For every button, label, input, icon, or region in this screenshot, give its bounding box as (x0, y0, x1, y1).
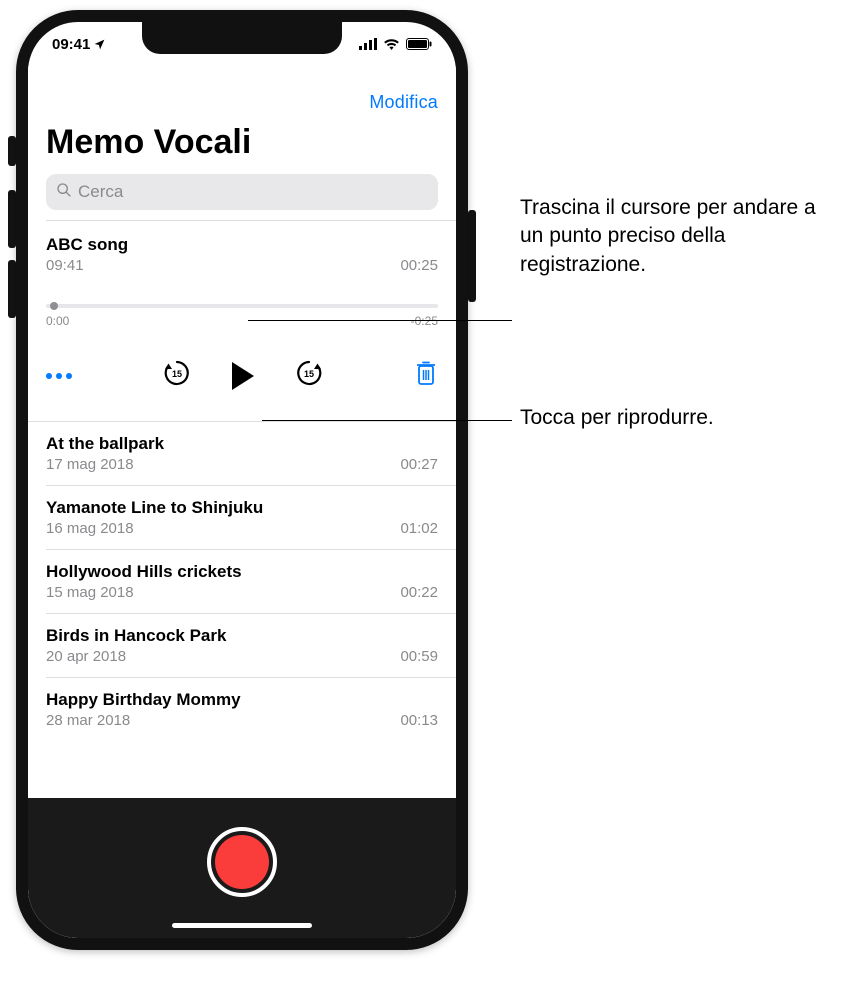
record-icon (215, 835, 269, 889)
power-button (468, 210, 476, 302)
mute-switch (8, 136, 16, 166)
search-placeholder: Cerca (78, 182, 123, 202)
callout-line (248, 320, 512, 321)
selected-recording[interactable]: ABC song 09:41 00:25 0:00 -0:25 (28, 221, 456, 421)
remaining-time: -0:25 (411, 314, 438, 328)
recording-date: 20 apr 2018 (46, 648, 126, 665)
edit-button[interactable]: Modifica (369, 92, 438, 113)
list-item[interactable]: Hollywood Hills crickets 15 mag 2018 00:… (28, 550, 456, 613)
playback-slider[interactable] (46, 304, 438, 308)
elapsed-time: 0:00 (46, 314, 69, 328)
recording-title: Birds in Hancock Park (46, 626, 438, 646)
recording-duration: 00:59 (400, 648, 438, 665)
skip-back-15-icon[interactable]: 15 (162, 358, 192, 393)
skip-forward-15-icon[interactable]: 15 (294, 358, 324, 393)
recording-title: Yamanote Line to Shinjuku (46, 498, 438, 518)
home-indicator[interactable] (172, 923, 312, 928)
recording-title: At the ballpark (46, 434, 438, 454)
callout-line (262, 420, 512, 421)
more-button[interactable] (46, 373, 72, 379)
recording-duration: 00:27 (400, 456, 438, 473)
svg-text:15: 15 (172, 369, 182, 379)
recording-duration: 01:02 (400, 520, 438, 537)
record-button[interactable] (207, 827, 277, 897)
phone-frame: 09:41 (16, 10, 468, 950)
volume-down-button (8, 260, 16, 318)
search-icon (56, 182, 72, 203)
record-bar (28, 798, 456, 938)
list-item[interactable]: At the ballpark 17 mag 2018 00:27 (28, 422, 456, 485)
recording-duration: 00:25 (400, 257, 438, 274)
recording-date: 28 mar 2018 (46, 712, 130, 729)
search-input[interactable]: Cerca (46, 174, 438, 210)
recording-date: 16 mag 2018 (46, 520, 134, 537)
recording-duration: 00:13 (400, 712, 438, 729)
location-icon (93, 38, 106, 51)
recording-duration: 00:22 (400, 584, 438, 601)
play-button[interactable] (232, 362, 254, 390)
cellular-signal-icon (359, 38, 377, 50)
battery-icon (406, 38, 432, 50)
recording-title: ABC song (46, 235, 438, 255)
page-title: Memo Vocali (28, 113, 456, 174)
recording-time: 09:41 (46, 257, 84, 274)
list-item[interactable]: Happy Birthday Mommy 28 mar 2018 00:13 (28, 678, 456, 741)
status-time: 09:41 (52, 36, 90, 53)
callout-play: Tocca per riprodurre. (520, 404, 820, 432)
svg-text:15: 15 (304, 369, 314, 379)
recording-date: 17 mag 2018 (46, 456, 134, 473)
slider-thumb[interactable] (50, 302, 58, 310)
recording-title: Happy Birthday Mommy (46, 690, 438, 710)
trash-icon[interactable] (414, 359, 438, 392)
callout-scrub: Trascina il cursore per andare a un punt… (520, 194, 820, 279)
list-item[interactable]: Yamanote Line to Shinjuku 16 mag 2018 01… (28, 486, 456, 549)
recording-date: 15 mag 2018 (46, 584, 134, 601)
list-item[interactable]: Birds in Hancock Park 20 apr 2018 00:59 (28, 614, 456, 677)
phone-notch (142, 20, 342, 54)
wifi-icon (383, 38, 400, 50)
volume-up-button (8, 190, 16, 248)
recording-title: Hollywood Hills crickets (46, 562, 438, 582)
